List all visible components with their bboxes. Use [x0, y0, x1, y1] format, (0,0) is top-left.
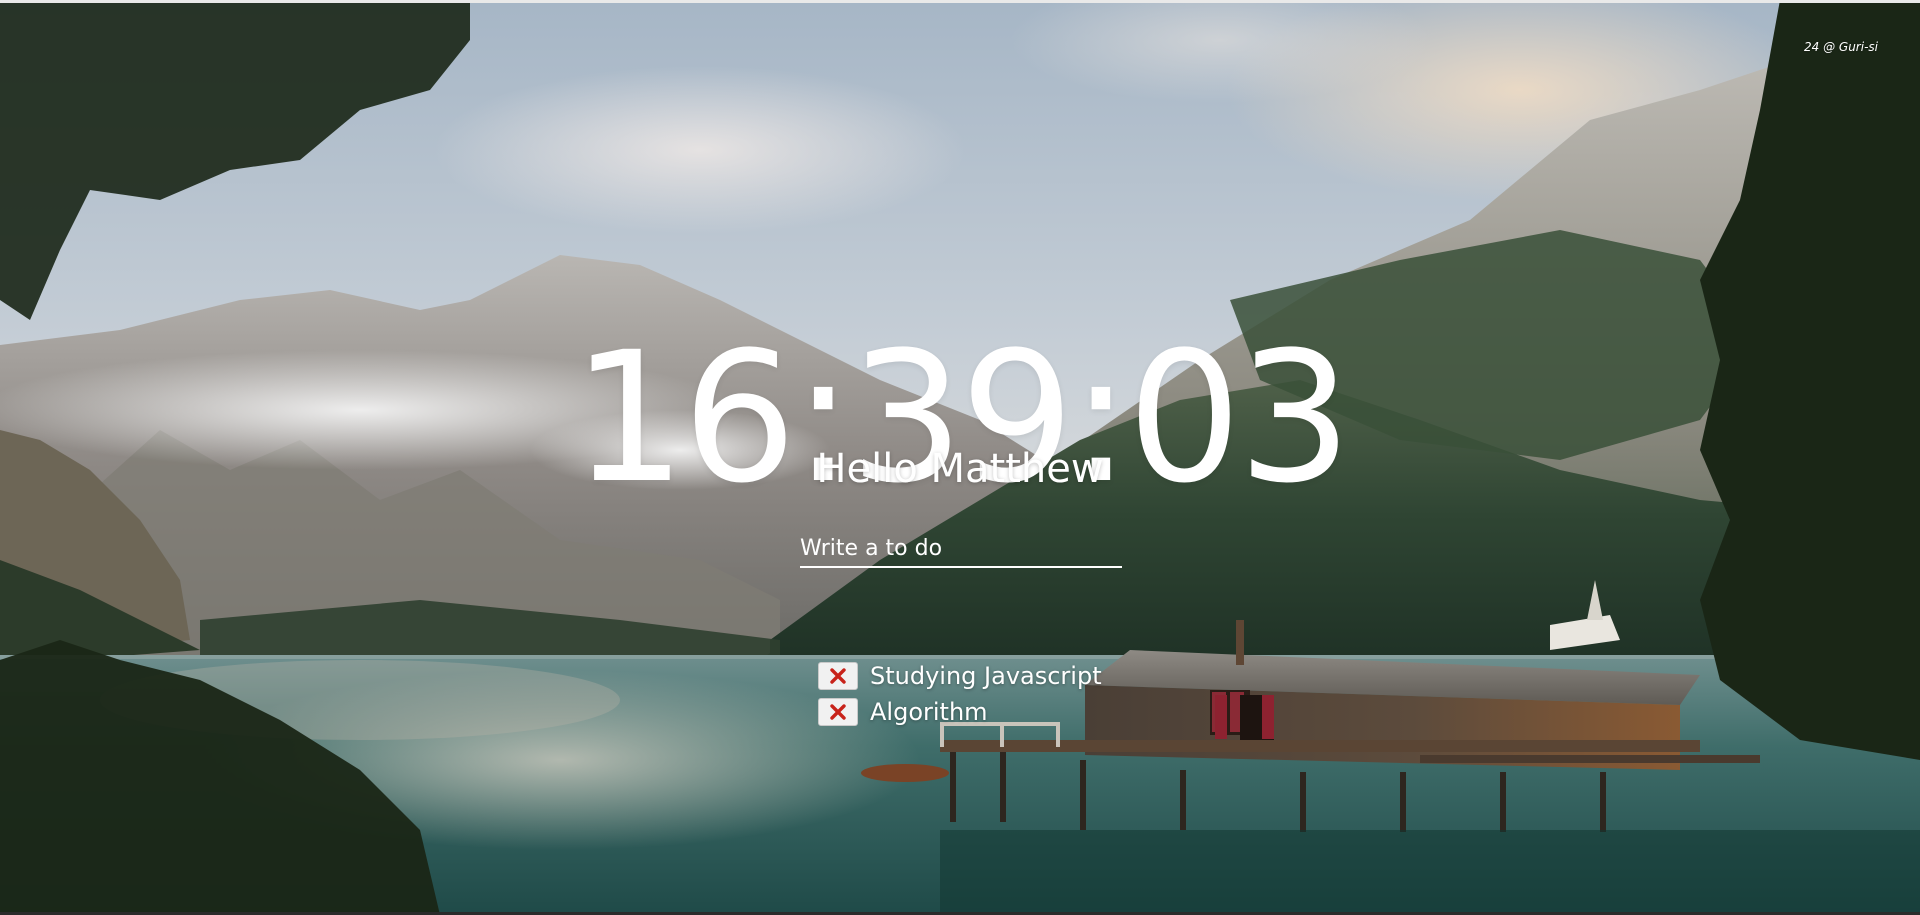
x-icon [830, 668, 846, 684]
delete-todo-button[interactable] [818, 662, 858, 690]
delete-todo-button[interactable] [818, 698, 858, 726]
location-credit: 24 @ Guri-si [1804, 40, 1878, 54]
top-border [0, 0, 1920, 3]
momentum-dashboard: 24 @ Guri-si 16:39:03 Hello Matthew Stud… [0, 0, 1920, 915]
greeting: Hello Matthew [816, 446, 1104, 492]
list-item: Studying Javascript [818, 658, 1102, 694]
todo-text: Studying Javascript [870, 662, 1102, 690]
list-item: Algorithm [818, 694, 1102, 730]
todo-form [800, 530, 1122, 570]
todo-input[interactable] [800, 530, 1122, 568]
todo-text: Algorithm [870, 698, 988, 726]
todo-list: Studying Javascript Algorithm [818, 658, 1102, 730]
x-icon [830, 704, 846, 720]
